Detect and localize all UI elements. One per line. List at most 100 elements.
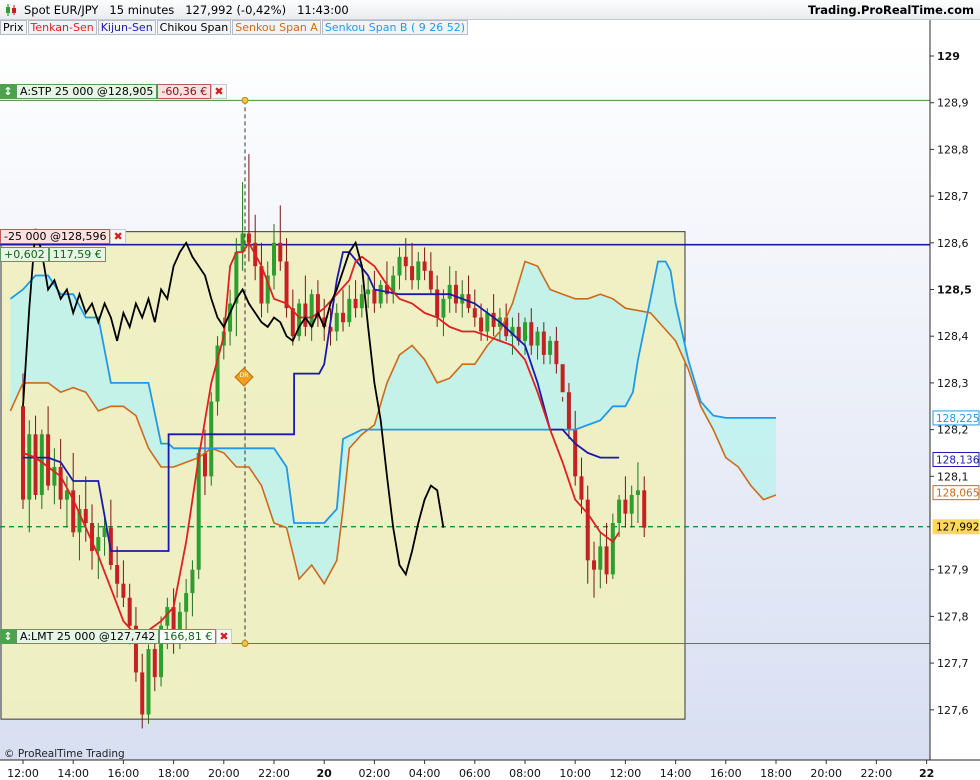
y-tick-label: 127,9 xyxy=(937,564,969,577)
x-tick-label: 20 xyxy=(317,767,333,780)
dr-marker[interactable]: DR xyxy=(236,369,252,385)
candle-body xyxy=(96,537,101,552)
candle-body xyxy=(453,284,458,304)
price-chart[interactable]: 129 128,9 128,8 128,7 128,6 128,5 128,4 128,3 12… xyxy=(0,0,980,780)
y-tick-label: 128,7 xyxy=(937,190,969,203)
y-tick-label: 128,5 xyxy=(937,284,972,297)
candle-body xyxy=(102,527,107,538)
candle-body xyxy=(27,434,32,500)
legend-item[interactable]: Chikou Span xyxy=(156,20,232,35)
legend-item[interactable]: Prix xyxy=(0,20,27,35)
y-tick-label: 128,1 xyxy=(937,470,969,483)
candle-body xyxy=(278,242,283,262)
move-order-icon[interactable]: ↕ xyxy=(0,84,16,99)
candle-body xyxy=(127,597,132,626)
cancel-stop-icon[interactable]: ✖ xyxy=(211,84,227,99)
y-tick-label: 129 xyxy=(937,50,960,63)
price-label-text: 128,065 xyxy=(936,488,979,500)
candle-body xyxy=(202,452,207,477)
candle-body xyxy=(548,340,553,355)
legend-item[interactable]: Tenkan-Sen xyxy=(27,20,97,35)
candle-body xyxy=(39,434,44,495)
cancel-limit-icon[interactable]: ✖ xyxy=(216,629,232,644)
candle-body xyxy=(535,331,540,346)
candle-body xyxy=(115,565,120,584)
candle-body xyxy=(579,476,584,500)
y-tick-label: 128,6 xyxy=(937,237,969,250)
x-tick-label: 08:00 xyxy=(509,767,541,780)
candle-body xyxy=(33,434,38,495)
candle-body xyxy=(479,317,484,332)
x-tick-label: 04:00 xyxy=(409,767,441,780)
candle-body xyxy=(359,294,364,309)
candle-body xyxy=(566,392,571,430)
price-label-text: 128,225 xyxy=(936,413,979,425)
position-tag[interactable]: -25 000 @128,596 ✖ xyxy=(0,229,126,246)
candle-body xyxy=(598,546,603,570)
x-tick-label: 16:00 xyxy=(108,767,140,780)
legend-item[interactable]: Senkou Span B ( 9 26 52) xyxy=(321,20,469,35)
candle-body xyxy=(83,508,88,523)
position-gain-tag: +0,602 117,59 € xyxy=(0,247,106,264)
candle-body xyxy=(422,261,427,271)
candle-body xyxy=(334,312,339,332)
candle-body xyxy=(623,499,628,514)
y-tick-label: 127,7 xyxy=(937,657,969,670)
x-tick-label: 20:00 xyxy=(810,767,842,780)
y-tick-label: 127,8 xyxy=(937,610,969,623)
stop-order-label: A:STP 25 000 @128,905 xyxy=(16,84,158,99)
candle-body xyxy=(485,312,490,332)
candle-body xyxy=(303,303,308,327)
x-tick-label: 22 xyxy=(919,767,934,780)
close-position-icon[interactable]: ✖ xyxy=(110,229,126,244)
candle-body xyxy=(58,466,63,500)
candle-body xyxy=(604,546,609,575)
candle-body xyxy=(523,322,527,341)
candle-body xyxy=(184,593,189,612)
x-tick-label: 06:00 xyxy=(459,767,491,780)
candle-body xyxy=(341,312,346,323)
stop-order-tag[interactable]: ↕ A:STP 25 000 @128,905 -60,36 € ✖ xyxy=(0,84,227,101)
y-tick-label: 127,6 xyxy=(937,704,969,717)
candle-body xyxy=(372,289,377,304)
indicator-legend: Prix Tenkan-Sen Kijun-Sen Chikou Span Senkou… xyxy=(0,20,469,35)
y-tick-label: 128,3 xyxy=(937,377,969,390)
x-tick-label: 18:00 xyxy=(760,767,792,780)
candle-body xyxy=(573,429,578,477)
x-tick-label: 14:00 xyxy=(660,767,692,780)
x-tick-label: 22:00 xyxy=(861,767,893,780)
price-axis-panel xyxy=(930,20,980,760)
candle-body xyxy=(121,583,126,598)
candle-body xyxy=(610,523,615,575)
candle-body xyxy=(585,499,590,561)
move-order-icon[interactable]: ↕ xyxy=(0,629,16,644)
limit-order-pnl: 166,81 € xyxy=(159,629,217,644)
x-tick-label: 02:00 xyxy=(359,767,391,780)
chart-window: Spot EUR/JPY 15 minutes 127,992 (-0,42%)… xyxy=(0,0,980,780)
x-tick-label: 12:00 xyxy=(610,767,642,780)
candle-body xyxy=(428,270,433,290)
candle-body xyxy=(146,649,151,715)
legend-item[interactable]: Kijun-Sen xyxy=(97,20,156,35)
x-tick-label: 18:00 xyxy=(158,767,190,780)
candle-body xyxy=(472,308,477,318)
candle-body xyxy=(284,261,289,309)
x-tick-label: 20:00 xyxy=(208,767,240,780)
stop-order-pnl: -60,36 € xyxy=(157,84,212,99)
candle-body xyxy=(447,284,452,299)
candle-body xyxy=(592,560,597,570)
limit-order-tag[interactable]: ↕ A:LMT 25 000 @127,742 166,81 € ✖ xyxy=(0,629,232,646)
legend-item[interactable]: Senkou Span A xyxy=(232,20,321,35)
candle-body xyxy=(410,266,415,281)
candle-body xyxy=(560,364,565,393)
candle-body xyxy=(403,256,408,267)
x-tick-label: 22:00 xyxy=(258,767,290,780)
candle-body xyxy=(366,289,371,295)
position-label: -25 000 @128,596 xyxy=(0,229,111,244)
y-tick-label: 128,9 xyxy=(937,97,969,110)
y-tick-label: 128,4 xyxy=(937,330,969,343)
y-tick-label: 128,8 xyxy=(937,143,969,156)
credit-text: © ProRealTime Trading xyxy=(4,748,125,760)
candle-body xyxy=(491,312,496,327)
candle-body xyxy=(378,284,383,304)
